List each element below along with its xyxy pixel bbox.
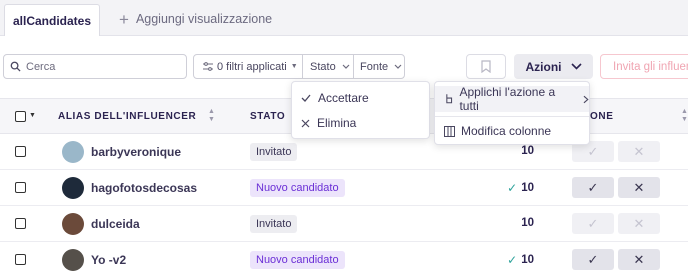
add-view-label: Aggiungi visualizzazione: [135, 12, 273, 26]
bookmark-icon: [481, 60, 491, 73]
status-badge: Invitato: [250, 215, 298, 233]
accept-button[interactable]: ✓: [572, 177, 614, 198]
row-checkbox[interactable]: [15, 146, 26, 157]
actions-column-header: ONE: [590, 111, 614, 122]
score: 10: [521, 145, 534, 157]
invite-influencers-button[interactable]: Invita gli influencer: [600, 54, 688, 79]
menu-item-label: Modifica colonne: [461, 124, 552, 138]
check-icon: ✓: [587, 251, 599, 267]
fonte-filter-button[interactable]: Fonte: [353, 54, 405, 79]
influencer-alias[interactable]: hagofotosdecosas: [91, 181, 197, 195]
chevron-down-icon: [570, 63, 582, 70]
menu-item-accettare[interactable]: Accettare: [292, 86, 429, 110]
azioni-button[interactable]: Azioni: [514, 54, 593, 79]
menu-item-label: Applichi l'azione a tutti: [459, 85, 556, 113]
row-checkbox[interactable]: [15, 182, 26, 193]
reject-button[interactable]: ✕: [618, 213, 660, 234]
avatar: [62, 177, 84, 199]
tab-bar: allCandidates + Aggiungi visualizzazione: [0, 0, 688, 37]
check-icon: ✓: [587, 215, 599, 231]
accept-button[interactable]: ✓: [572, 249, 614, 270]
reject-button[interactable]: ✕: [618, 141, 660, 162]
chevron-down-icon: [342, 64, 350, 69]
influencer-alias[interactable]: Yo -v2: [91, 253, 126, 267]
table-row[interactable]: Yo -v2 Nuovo candidato ✓ 10 ✓ ✕: [0, 242, 688, 274]
score-value: 10: [521, 254, 534, 266]
influencer-alias[interactable]: barbyveronique: [91, 145, 181, 159]
select-all-checkbox[interactable]: [15, 111, 26, 122]
reject-button[interactable]: ✕: [618, 249, 660, 270]
search-box: [3, 54, 187, 79]
azioni-dropdown-menu: Applichi l'azione a tutti Modifica colon…: [434, 81, 590, 145]
check-icon: ✓: [587, 179, 599, 195]
stato-filter-button[interactable]: Stato: [302, 54, 354, 79]
stato-filter-label: Stato: [310, 60, 336, 73]
tab-all-candidates[interactable]: allCandidates: [4, 4, 100, 37]
menu-item-label: Accettare: [318, 91, 369, 105]
caret-down-icon[interactable]: ▼: [29, 112, 36, 119]
avatar: [62, 249, 84, 271]
score-value: 10: [521, 217, 534, 229]
sort-icon[interactable]: ▲ ▼: [681, 108, 688, 124]
search-icon: [10, 61, 21, 72]
stato-column-header[interactable]: STATO: [250, 111, 285, 122]
check-icon: ✓: [587, 143, 599, 159]
chevron-down-icon: [394, 64, 402, 69]
close-icon: ✕: [633, 143, 645, 159]
sliders-icon: [203, 62, 213, 71]
close-icon: ✕: [633, 215, 645, 231]
table-row[interactable]: hagofotosdecosas Nuovo candidato ✓ 10 ✓ ✕: [0, 170, 688, 206]
menu-item-elimina[interactable]: Elimina: [292, 111, 429, 135]
score-value: 10: [521, 145, 534, 157]
close-icon: ✕: [633, 179, 645, 195]
check-icon: [301, 94, 311, 102]
filters-label: 0 filtri applicati: [217, 60, 287, 73]
search-input[interactable]: [26, 60, 186, 73]
close-icon: [301, 119, 310, 127]
add-view-tab[interactable]: + Aggiungi visualizzazione: [119, 10, 272, 28]
menu-item-apply-all[interactable]: Applichi l'azione a tutti: [435, 85, 589, 113]
fonte-filter-label: Fonte: [360, 60, 389, 73]
menu-item-label: Elimina: [317, 116, 357, 130]
score-value: 10: [521, 182, 534, 194]
caret-down-icon: ▼: [290, 63, 298, 70]
check-icon: ✓: [507, 181, 518, 195]
influencer-alias[interactable]: dulceida: [91, 217, 140, 231]
alias-column-header[interactable]: ALIAS DELL'INFLUENCER: [58, 111, 196, 122]
check-icon: ✓: [507, 253, 518, 267]
menu-divider: [435, 116, 589, 117]
chevron-right-icon: [583, 95, 589, 103]
table-row[interactable]: dulceida Invitato 10 ✓ ✕: [0, 206, 688, 242]
azioni-label: Azioni: [525, 59, 562, 74]
filters-button[interactable]: 0 filtri applicati ▼: [193, 54, 303, 79]
columns-icon: [444, 125, 455, 137]
accept-button[interactable]: ✓: [572, 213, 614, 234]
menu-item-modify-columns[interactable]: Modifica colonne: [435, 120, 589, 142]
reject-button[interactable]: ✕: [618, 177, 660, 198]
avatar: [62, 213, 84, 235]
status-badge: Invitato: [250, 143, 298, 161]
row-checkbox[interactable]: [15, 218, 26, 229]
status-badge: Nuovo candidato: [250, 251, 345, 269]
status-badge: Nuovo candidato: [250, 179, 345, 197]
plus-icon: +: [119, 9, 129, 29]
close-icon: ✕: [633, 251, 645, 267]
row-checkbox[interactable]: [15, 254, 26, 265]
sort-icon[interactable]: ▲ ▼: [208, 108, 215, 124]
score: ✓ 10: [507, 181, 534, 195]
stato-dropdown-menu: Accettare Elimina: [291, 81, 430, 139]
score: ✓ 10: [507, 253, 534, 267]
avatar: [62, 141, 84, 163]
bookmark-button[interactable]: [466, 54, 506, 79]
pointer-icon: [446, 94, 453, 104]
score: 10: [521, 217, 534, 229]
